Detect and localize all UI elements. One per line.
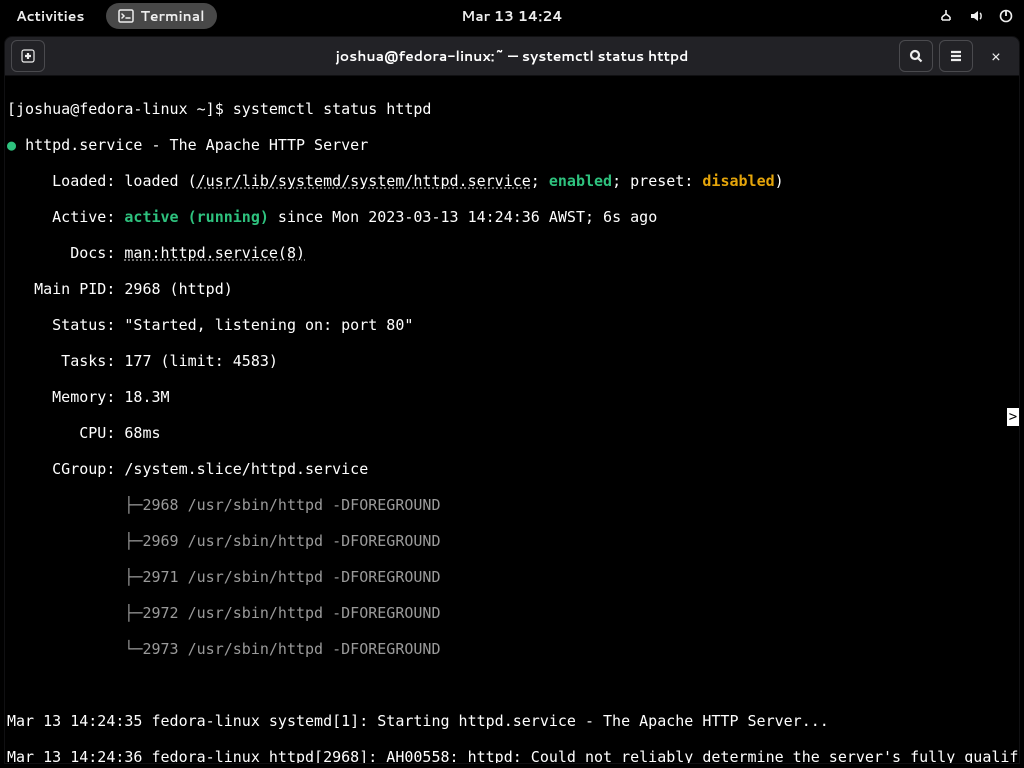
cgroup-proc: ├─2968 /usr/sbin/httpd -DFOREGROUND xyxy=(7,496,1017,514)
docs-line: Docs: man:httpd.service(8) xyxy=(7,244,1017,262)
tasks-line: Tasks: 177 (limit: 4583) xyxy=(7,352,1017,370)
search-button[interactable] xyxy=(899,40,933,72)
line-wrap-indicator: > xyxy=(1007,408,1019,426)
cgroup-proc: └─2973 /usr/sbin/httpd -DFOREGROUND xyxy=(7,640,1017,658)
menu-button[interactable] xyxy=(939,40,973,72)
window-titlebar: joshua@fedora-linux:~ — systemctl status… xyxy=(4,36,1020,76)
log-line: Mar 13 14:24:35 fedora-linux systemd[1]:… xyxy=(7,712,1017,730)
gnome-topbar: Activities Terminal Mar 13 14:24 xyxy=(0,0,1024,32)
current-app-label: Terminal xyxy=(140,6,204,26)
log-line: Mar 13 14:24:36 fedora-linux httpd[2968]… xyxy=(7,748,1017,764)
active-line: Active: active (running) since Mon 2023-… xyxy=(7,208,1017,226)
close-button[interactable]: × xyxy=(979,40,1013,72)
terminal-area[interactable]: [joshua@fedora-linux ~]$ systemctl statu… xyxy=(4,76,1020,764)
memory-line: Memory: 18.3M xyxy=(7,388,1017,406)
close-icon: × xyxy=(991,45,1001,68)
power-icon[interactable] xyxy=(998,8,1014,24)
blank-line xyxy=(7,676,1017,694)
mainpid-line: Main PID: 2968 (httpd) xyxy=(7,280,1017,298)
status-line: Status: "Started, listening on: port 80" xyxy=(7,316,1017,334)
search-icon xyxy=(908,48,924,64)
cpu-line: CPU: 68ms xyxy=(7,424,1017,442)
cgroup-line: CGroup: /system.slice/httpd.service xyxy=(7,460,1017,478)
plus-icon xyxy=(20,48,36,64)
window-title: joshua@fedora-linux:~ — systemctl status… xyxy=(336,46,689,66)
prompt-line: [joshua@fedora-linux ~]$ systemctl statu… xyxy=(7,100,1017,118)
volume-icon[interactable] xyxy=(968,8,984,24)
cgroup-proc: ├─2971 /usr/sbin/httpd -DFOREGROUND xyxy=(7,568,1017,586)
activities-button[interactable]: Activities xyxy=(10,2,90,30)
clock[interactable]: Mar 13 14:24 xyxy=(461,6,563,26)
unit-line: ● httpd.service - The Apache HTTP Server xyxy=(7,136,1017,154)
cgroup-proc: ├─2972 /usr/sbin/httpd -DFOREGROUND xyxy=(7,604,1017,622)
new-tab-button[interactable] xyxy=(11,40,45,72)
hamburger-icon xyxy=(948,48,964,64)
cgroup-proc: ├─2969 /usr/sbin/httpd -DFOREGROUND xyxy=(7,532,1017,550)
network-icon[interactable] xyxy=(938,8,954,24)
terminal-icon xyxy=(118,8,134,24)
loaded-line: Loaded: loaded (/usr/lib/systemd/system/… xyxy=(7,172,1017,190)
current-app-pill[interactable]: Terminal xyxy=(106,3,216,29)
